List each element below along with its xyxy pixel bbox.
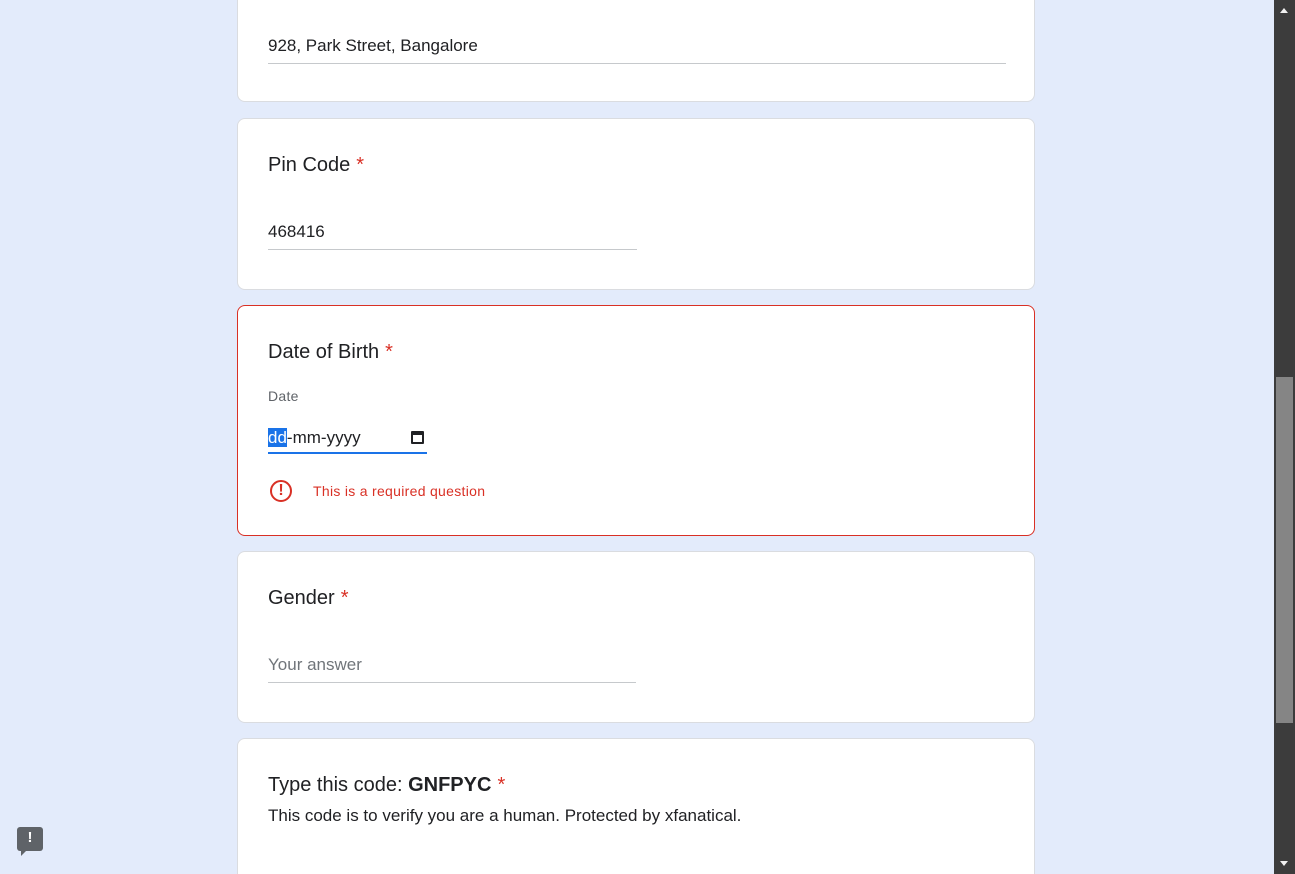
required-mark: * <box>340 587 349 609</box>
captcha-code: GNFPYC <box>408 774 492 796</box>
error-icon: ! <box>270 480 292 502</box>
scroll-down-arrow-icon[interactable] <box>1280 861 1288 866</box>
date-rest-segments[interactable]: -mm-yyyy <box>287 428 361 447</box>
date-of-birth-title-text: Date of Birth <box>268 341 380 363</box>
required-mark: * <box>356 154 365 176</box>
address-input[interactable]: 928, Park Street, Bangalore <box>268 35 1006 64</box>
captcha-title: Type this code: GNFPYC * <box>268 773 505 797</box>
scrollbar[interactable] <box>1274 0 1295 874</box>
date-sub-label: Date <box>268 388 299 404</box>
required-mark: * <box>385 341 393 363</box>
captcha-description: This code is to verify you are a human. … <box>268 806 742 825</box>
captcha-title-prefix: Type this code: <box>268 774 403 796</box>
pin-code-input[interactable]: 468416 <box>268 221 637 250</box>
gender-input[interactable]: Your answer <box>268 654 636 683</box>
date-day-segment[interactable]: dd <box>268 428 287 447</box>
error-text: This is a required question <box>313 483 486 499</box>
form-viewport: 928, Park Street, Bangalore Pin Code * 46… <box>0 0 1295 874</box>
address-card: 928, Park Street, Bangalore <box>237 0 1035 102</box>
gender-card: Gender * Your answer <box>237 551 1035 723</box>
scroll-up-arrow-icon[interactable] <box>1280 8 1288 13</box>
report-problem-button[interactable]: ! <box>17 827 43 856</box>
gender-title: Gender * <box>268 586 349 610</box>
date-input[interactable]: dd-mm-yyyy <box>268 424 427 454</box>
date-of-birth-title: Date of Birth * <box>268 340 393 364</box>
error-message: ! This is a required question <box>270 477 485 505</box>
pin-code-title: Pin Code * <box>268 153 364 177</box>
captcha-card: Type this code: GNFPYC * This code is to … <box>237 738 1035 874</box>
feedback-icon: ! <box>27 829 33 846</box>
pin-code-title-text: Pin Code <box>268 154 351 176</box>
pin-code-card: Pin Code * 468416 <box>237 118 1035 290</box>
required-mark: * <box>497 774 506 796</box>
date-of-birth-card: Date of Birth * Date dd-mm-yyyy ! This is… <box>237 305 1035 536</box>
scrollbar-thumb[interactable] <box>1276 377 1293 723</box>
gender-title-text: Gender <box>268 587 335 609</box>
calendar-icon[interactable] <box>411 431 424 444</box>
